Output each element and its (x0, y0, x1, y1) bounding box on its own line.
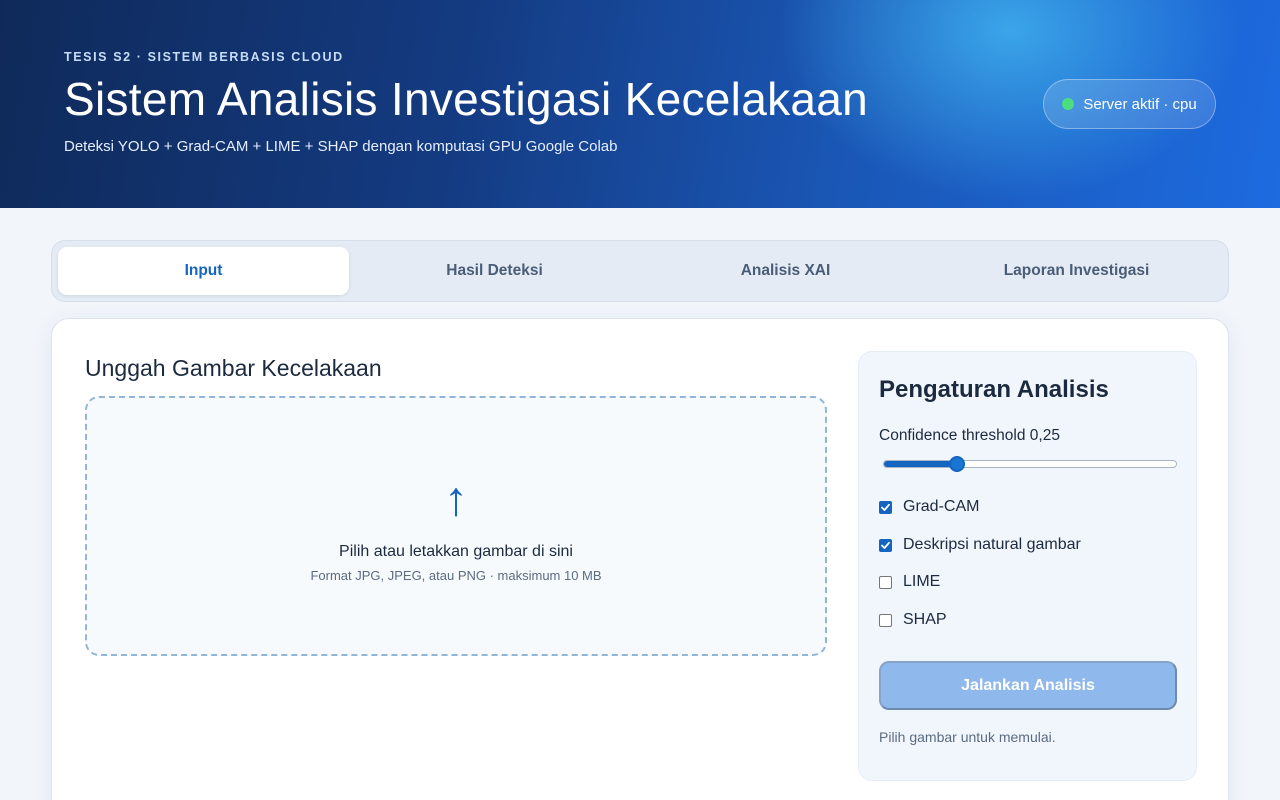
slider-thumb[interactable] (949, 456, 965, 472)
tab-label: Hasil Deteksi (446, 262, 543, 279)
tab-bar: Input Hasil Deteksi Analisis XAI Laporan… (51, 240, 1229, 302)
analysis-settings-panel: Pengaturan Analisis Confidence threshold… (858, 351, 1197, 781)
server-status-badge: Server aktif · cpu (1043, 79, 1216, 129)
dropzone-format-hint: Format JPG, JPEG, atau PNG · maksimum 10… (310, 568, 602, 583)
check-icon (881, 541, 890, 549)
lime-checkbox[interactable] (879, 575, 892, 589)
tab-label: Input (184, 262, 223, 279)
confidence-threshold-label: Confidence threshold 0,25 (879, 427, 1060, 444)
deskripsi-checkbox[interactable] (879, 538, 892, 552)
server-status-text: Server aktif · cpu (1083, 95, 1197, 113)
tab-label: Analisis XAI (740, 262, 831, 279)
option-label: Deskripsi natural gambar (903, 536, 1081, 553)
upload-section-title: Unggah Gambar Kecelakaan (85, 355, 382, 381)
image-dropzone[interactable]: ↑ Pilih atau letakkan gambar di sini For… (85, 396, 827, 656)
option-label: Grad-CAM (903, 498, 980, 515)
header-eyebrow: TESIS S2 · SISTEM BERBASIS CLOUD (64, 50, 344, 64)
tab-input[interactable]: Input (58, 247, 349, 295)
shap-checkbox[interactable] (879, 613, 892, 627)
slider-fill (884, 461, 957, 467)
dropzone-instruction: Pilih atau letakkan gambar di sini (339, 543, 573, 560)
upload-arrow-icon: ↑ (444, 473, 468, 526)
option-lime[interactable]: LIME (879, 573, 940, 591)
input-panel: Unggah Gambar Kecelakaan ↑ Pilih atau le… (51, 318, 1229, 800)
tab-analisis-xai[interactable]: Analisis XAI (640, 247, 931, 295)
gradcam-checkbox[interactable] (879, 500, 892, 514)
tab-label: Laporan Investigasi (1003, 262, 1150, 279)
page-title: Sistem Analisis Investigasi Kecelakaan (64, 73, 869, 125)
option-gradcam[interactable]: Grad-CAM (879, 498, 979, 516)
check-icon (881, 503, 890, 511)
confidence-threshold-slider[interactable] (883, 456, 1177, 472)
status-dot-icon (1062, 98, 1075, 110)
option-deskripsi-natural[interactable]: Deskripsi natural gambar (879, 536, 1081, 554)
run-analysis-button[interactable]: Jalankan Analisis (879, 661, 1177, 710)
status-hint: Pilih gambar untuk memulai. (879, 729, 1056, 745)
option-shap[interactable]: SHAP (879, 611, 947, 629)
tab-hasil-deteksi[interactable]: Hasil Deteksi (349, 247, 640, 295)
hero-header: TESIS S2 · SISTEM BERBASIS CLOUD Sistem … (0, 0, 1280, 208)
option-label: LIME (903, 573, 941, 590)
tab-laporan-investigasi[interactable]: Laporan Investigasi (931, 247, 1222, 295)
settings-title: Pengaturan Analisis (879, 376, 1109, 403)
option-label: SHAP (903, 611, 947, 628)
page-subtitle: Deteksi YOLO + Grad-CAM + LIME + SHAP de… (64, 138, 618, 155)
